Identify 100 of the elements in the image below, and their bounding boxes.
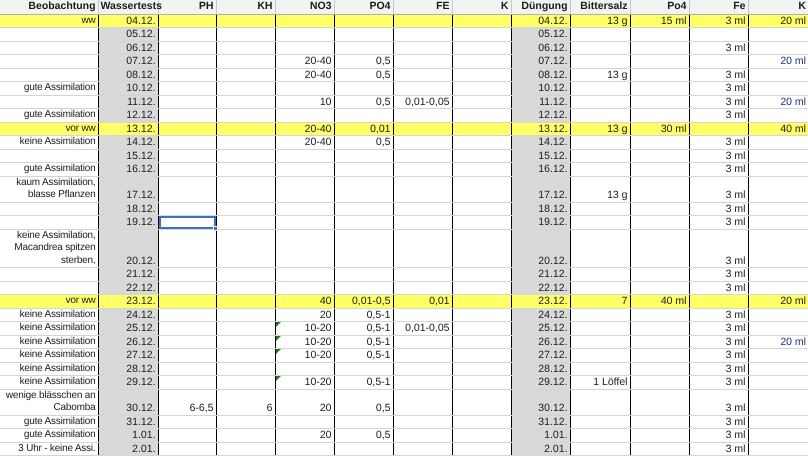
table-cell: 20 [275, 389, 334, 415]
table-cell: gute Assimilation [0, 162, 98, 176]
table-cell: 6-6,5 [158, 389, 216, 415]
selected-cell[interactable] [158, 216, 216, 228]
table-cell: 10.12. [511, 82, 570, 95]
table-cell: 15.12. [511, 149, 570, 162]
table-cell: 3 ml [689, 322, 748, 335]
table-cell: 0,5 [334, 54, 393, 68]
table-cell: 17.12. [511, 176, 570, 202]
table-cell: 29.12. [511, 376, 570, 389]
table-cell: 10.12. [98, 82, 158, 95]
table-cell: 24.12. [98, 308, 158, 322]
table-cell: 28.12. [511, 362, 570, 376]
column-header: PO4 [334, 0, 393, 14]
table-cell: 10-20 [275, 322, 334, 335]
table-cell: 06.12. [98, 41, 158, 54]
table-cell: 3 ml [689, 136, 748, 149]
table-cell: 23.12. [98, 294, 158, 308]
column-header: K [452, 0, 511, 14]
table-cell: 3 ml [689, 428, 748, 442]
table-cell: gute Assimilation [0, 428, 98, 442]
table-cell: 05.12. [98, 28, 158, 41]
table-cell: 19.12. [98, 216, 158, 229]
table-cell: 27.12. [98, 348, 158, 362]
table-cell: 3 ml [689, 442, 748, 456]
table-cell: 22.12. [511, 281, 570, 294]
table-cell: 2.01. [98, 442, 158, 456]
column-header: Po4 [630, 0, 689, 14]
column-header: Bittersalz [570, 0, 630, 14]
column-header: Düngung [511, 0, 570, 14]
table-cell: keine Assimilation [0, 376, 98, 389]
table-cell: 07.12. [511, 54, 570, 68]
table-cell: 18.12. [98, 202, 158, 216]
table-cell: gute Assimilation [0, 82, 98, 95]
table-cell: 10-20 [275, 348, 334, 362]
table-cell: 26.12. [98, 335, 158, 348]
column-header: FE [393, 0, 452, 14]
table-cell: vor ww [0, 294, 98, 308]
table-cell: 7 [570, 294, 630, 308]
table-cell: 27.12. [511, 348, 570, 362]
table-cell: 11.12. [511, 95, 570, 108]
column-header: NO3 [275, 0, 334, 14]
table-cell: 22.12. [98, 281, 158, 294]
table-cell: 25.12. [511, 322, 570, 335]
table-cell: 3 ml [689, 389, 748, 415]
table-cell: 1 Löffel [570, 376, 630, 389]
table-cell: 31.12. [98, 415, 158, 428]
table-cell: 30.12. [98, 389, 158, 415]
table-cell: 24.12. [511, 308, 570, 322]
table-cell: 0,01-0,05 [393, 322, 452, 335]
table-cell: 0,5 [334, 389, 393, 415]
table-cell: keine Assimilation [0, 322, 98, 335]
table-cell: 10-20 [275, 376, 334, 389]
table-cell: 06.12. [511, 41, 570, 54]
table-cell: 20-40 [275, 136, 334, 149]
table-cell: 05.12. [511, 28, 570, 41]
table-cell: 2.01. [511, 442, 570, 456]
table-cell: keine Assimilation [0, 136, 98, 149]
table-cell: 12.12. [98, 108, 158, 122]
table-cell: 40 ml [630, 294, 689, 308]
table-cell: 3 ml [689, 176, 748, 202]
column-header: Fe [689, 0, 748, 14]
table-cell: 3 ml [689, 216, 748, 229]
table-cell: 0,01-0,5 [334, 294, 393, 308]
table-cell: 6 [216, 389, 275, 415]
table-cell: 40 [275, 294, 334, 308]
table-cell: 0,5 [334, 136, 393, 149]
table-cell: 0,5-1 [334, 322, 393, 335]
table-cell: 20.12. [98, 229, 158, 268]
table-cell: 1.01. [511, 428, 570, 442]
table-cell: 20 ml [748, 54, 808, 68]
table-cell: 12.12. [511, 108, 570, 122]
table-cell: 15.12. [98, 149, 158, 162]
table-cell: 3 ml [689, 82, 748, 95]
table-cell: 0,5-1 [334, 348, 393, 362]
table-cell: 3 ml [689, 268, 748, 281]
table-cell: 3 Uhr - keine Assi. [0, 442, 98, 456]
table-cell: 0,5 [334, 428, 393, 442]
table-cell: 3 ml [689, 376, 748, 389]
table-cell: 16.12. [98, 162, 158, 176]
table-cell: 3 ml [689, 162, 748, 176]
table-cell: 13 g [570, 176, 630, 202]
table-cell: 19.12. [511, 216, 570, 229]
table-cell: 16.12. [511, 162, 570, 176]
table-cell: 29.12. [98, 376, 158, 389]
table-cell: 30.12. [511, 389, 570, 415]
table-cell: 08.12. [511, 68, 570, 82]
table-cell: gute Assimilation [0, 108, 98, 122]
table-cell: 20.12. [511, 229, 570, 268]
table-cell: 3 ml [689, 108, 748, 122]
table-cell: 14.12. [98, 136, 158, 149]
column-header: Beobachtung [0, 0, 98, 14]
table-cell: 28.12. [98, 362, 158, 376]
table-cell: 0,5-1 [334, 376, 393, 389]
table-cell: 20 ml [748, 294, 808, 308]
table-cell: 20 [275, 428, 334, 442]
table-cell: 07.12. [98, 54, 158, 68]
table-cell: kaum Assimilation, blasse Pflanzen [0, 176, 98, 202]
table-cell: 11.12. [98, 95, 158, 108]
table-cell: 1.01. [98, 428, 158, 442]
